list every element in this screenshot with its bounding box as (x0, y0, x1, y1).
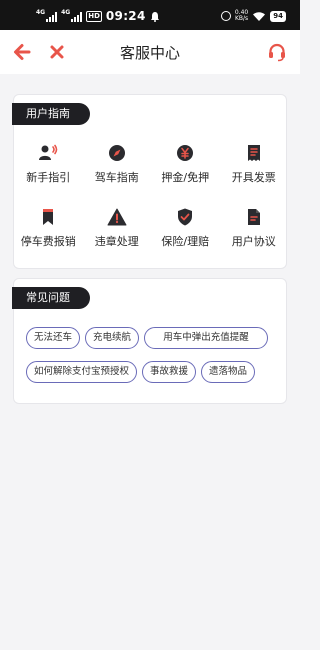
signal-2: 4G (61, 9, 83, 22)
guide-grid: 新手指引 驾车指南 押金/免押 开具发票 停车费报销 违章处理 保险/理赔 用户… (14, 143, 288, 249)
status-left: 4G 4G HD 09:24 (36, 8, 160, 24)
section-title-user-guide: 用户指南 (12, 103, 90, 125)
guide-item-label: 用户协议 (231, 235, 276, 248)
guide-item-violation[interactable]: 违章处理 (83, 207, 152, 249)
guide-item-invoice[interactable]: 开具发票 (220, 143, 289, 185)
guide-item-insurance[interactable]: 保险/理赔 (151, 207, 220, 249)
faq-chip[interactable]: 用车中弹出充值提醒 (144, 327, 269, 349)
guide-item-label: 押金/免押 (161, 171, 210, 184)
guide-item-label: 保险/理赔 (161, 235, 210, 248)
faq-chip[interactable]: 无法还车 (26, 327, 81, 349)
headset-icon (269, 43, 285, 62)
invoice-icon (244, 143, 264, 163)
user-voice-icon (38, 143, 58, 163)
section-title-faq: 常见问题 (12, 287, 90, 309)
signal-1: 4G (36, 9, 58, 22)
guide-item-label: 违章处理 (94, 235, 139, 248)
status-bar: 4G 4G HD 09:24 0.40 KB/s 94 (0, 0, 300, 30)
signal-bars-icon (46, 12, 58, 22)
compass-icon (107, 143, 127, 163)
wifi-icon (253, 11, 266, 21)
guide-item-deposit[interactable]: 押金/免押 (151, 143, 220, 185)
page-title: 客服中心 (119, 44, 180, 62)
guide-item-newbie[interactable]: 新手指引 (14, 143, 83, 185)
yuan-coin-icon (175, 143, 195, 163)
guide-item-driving[interactable]: 驾车指南 (83, 143, 152, 185)
faq-chip[interactable]: 遗落物品 (201, 361, 256, 383)
clock: 09:24 (105, 9, 146, 23)
faq-card: 常见问题 无法还车 充电续航 用车中弹出充值提醒 如何解除支付宝预授权 事故救援… (12, 278, 287, 404)
faq-chip-list: 无法还车 充电续航 用车中弹出充值提醒 如何解除支付宝预授权 事故救援 遗落物品 (26, 327, 278, 395)
guide-item-agreement[interactable]: 用户协议 (220, 207, 289, 249)
hd-badge: HD (86, 10, 102, 22)
faq-chip[interactable]: 事故救援 (142, 361, 197, 383)
net-type-label: 4G (61, 9, 71, 16)
guide-item-label: 开具发票 (231, 171, 276, 184)
app-header: 客服中心 (0, 30, 300, 74)
network-speed: 0.40 KB/s (235, 10, 248, 22)
net-type-label: 4G (36, 9, 46, 16)
customer-service-button[interactable] (264, 39, 290, 65)
faq-chip-row: 无法还车 充电续航 用车中弹出充值提醒 (26, 327, 278, 349)
document-icon (244, 207, 264, 227)
speed-unit: KB/s (234, 15, 249, 22)
guide-item-parking[interactable]: 停车费报销 (14, 207, 83, 249)
faq-chip[interactable]: 如何解除支付宝预授权 (26, 361, 138, 383)
alarm-icon (220, 11, 231, 21)
faq-chip[interactable]: 充电续航 (85, 327, 140, 349)
bookmark-icon (38, 207, 58, 227)
battery-indicator: 94 (270, 10, 286, 22)
status-right: 0.40 KB/s 94 (220, 8, 286, 24)
user-guide-card: 用户指南 新手指引 驾车指南 押金/免押 开具发票 停车费报销 违章处理 保险/… (12, 94, 288, 269)
faq-chip-row: 如何解除支付宝预授权 事故救援 遗落物品 (26, 361, 278, 383)
guide-item-label: 驾车指南 (94, 171, 139, 184)
guide-item-label: 停车费报销 (20, 235, 76, 248)
warning-icon (107, 207, 127, 227)
shield-check-icon (175, 207, 195, 227)
guide-item-label: 新手指引 (26, 171, 71, 184)
signal-bars-icon (71, 12, 83, 22)
notification-bell-icon (150, 11, 159, 22)
